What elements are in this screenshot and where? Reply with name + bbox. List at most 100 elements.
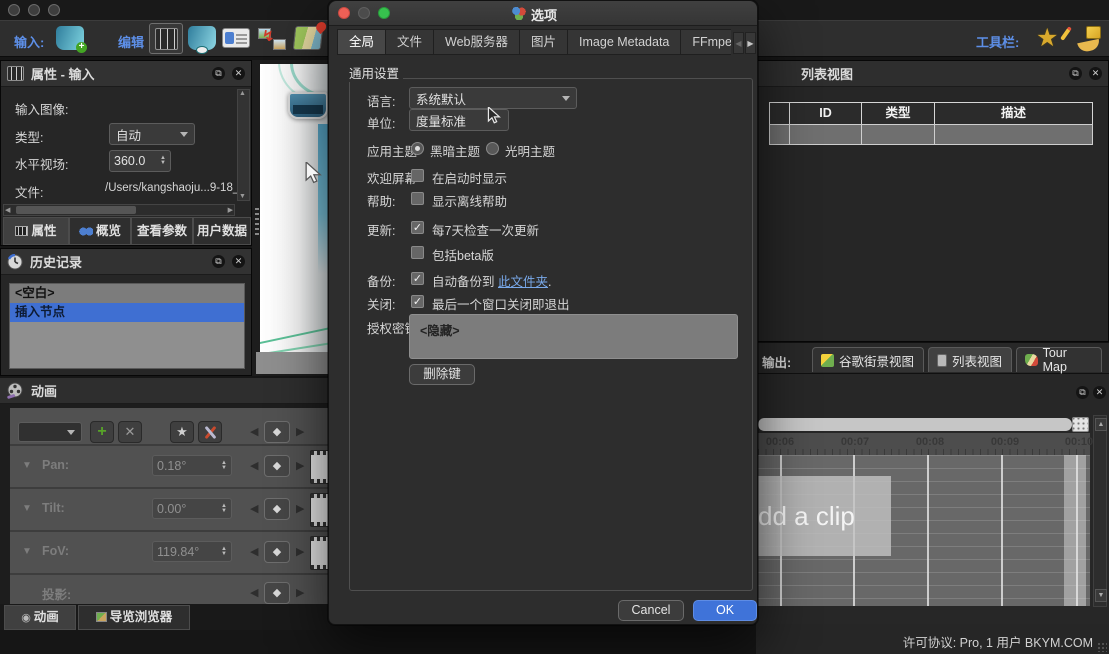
tour-browser-icon[interactable]: ↯ xyxy=(258,26,286,50)
add-panorama-icon[interactable]: + xyxy=(56,26,84,50)
window-close-button[interactable] xyxy=(8,4,20,16)
timeline-grid[interactable]: dd a clip xyxy=(758,455,1090,606)
tools-button[interactable] xyxy=(198,421,222,443)
tab-properties[interactable]: 属性 xyxy=(3,217,69,245)
skin-editor-star-icon[interactable]: ★ xyxy=(1036,24,1066,52)
scroll-thumb[interactable] xyxy=(16,206,136,214)
expand-triangle-icon[interactable]: ▼ xyxy=(22,460,32,471)
tab-tour-browser[interactable]: 导览浏览器 xyxy=(78,605,190,630)
backup-folder-link[interactable]: 此文件夹 xyxy=(498,275,548,289)
column-header-type[interactable]: 类型 xyxy=(861,102,935,125)
expand-triangle-icon[interactable]: ▼ xyxy=(22,503,32,514)
tab-overview[interactable]: 概览 xyxy=(69,217,131,245)
cancel-button[interactable]: Cancel xyxy=(618,600,684,621)
dialog-close-button[interactable] xyxy=(338,7,350,19)
tab-scroll-left-icon[interactable]: ◀ xyxy=(733,32,744,54)
tilt-spinner[interactable]: 0.00°▲▼ xyxy=(152,498,232,519)
prev-keyframe-icon[interactable]: ◀ xyxy=(250,425,258,438)
keyframe-diamond-button[interactable]: ◆ xyxy=(264,421,290,443)
dialog-tab-images[interactable]: 图片 xyxy=(519,29,568,55)
license-key-field[interactable]: <隐藏> xyxy=(409,314,738,359)
animation-preset-dropdown[interactable] xyxy=(18,422,82,442)
welcome-checkbox[interactable] xyxy=(411,169,424,182)
spinner-arrows-icon[interactable]: ▲▼ xyxy=(160,156,166,166)
delete-keyframe-button[interactable]: ✕ xyxy=(118,421,142,443)
float-panel-icon[interactable]: ⧉ xyxy=(1069,67,1082,80)
ok-button[interactable]: OK xyxy=(693,600,757,621)
dark-theme-radio[interactable] xyxy=(411,142,424,155)
help-checkbox[interactable] xyxy=(411,192,424,205)
viewer-area[interactable] xyxy=(252,60,330,376)
keyframe-diamond-button[interactable]: ◆ xyxy=(264,455,290,477)
close-checkbox-checked[interactable]: ✓ xyxy=(411,295,424,308)
pan-spinner[interactable]: 0.18°▲▼ xyxy=(152,455,232,476)
dialog-minimize-button[interactable] xyxy=(358,7,370,19)
expand-triangle-icon[interactable]: ▼ xyxy=(22,546,32,557)
fov-track-filmstrip[interactable] xyxy=(310,536,330,570)
close-panel-icon[interactable]: ✕ xyxy=(1089,67,1102,80)
prev-keyframe-icon[interactable]: ◀ xyxy=(250,502,258,515)
spinner-arrows-icon[interactable]: ▲▼ xyxy=(221,547,227,557)
output-publish-icon[interactable] xyxy=(1078,25,1106,51)
keyframe-diamond-button[interactable]: ◆ xyxy=(264,498,290,520)
prev-keyframe-icon[interactable]: ◀ xyxy=(250,586,258,599)
close-panel-icon[interactable]: ✕ xyxy=(232,255,245,268)
tab-google-street-view[interactable]: 谷歌街景视图 xyxy=(812,347,924,372)
scrollbar-grip[interactable] xyxy=(1072,417,1089,432)
prev-keyframe-icon[interactable]: ◀ xyxy=(250,545,258,558)
spinner-arrows-icon[interactable]: ▲▼ xyxy=(221,461,227,471)
light-theme-radio[interactable] xyxy=(486,142,499,155)
tab-view-parameters[interactable]: 查看参数 xyxy=(131,217,193,245)
type-dropdown[interactable]: 自动 xyxy=(109,123,195,145)
column-header-id[interactable]: ID xyxy=(789,102,862,125)
float-panel-icon[interactable]: ⧉ xyxy=(212,255,225,268)
history-item[interactable]: <空白> xyxy=(10,284,244,303)
pan-track-filmstrip[interactable] xyxy=(310,450,330,484)
table-row[interactable] xyxy=(769,124,790,145)
beta-checkbox[interactable] xyxy=(411,246,424,259)
dialog-zoom-button[interactable] xyxy=(378,7,390,19)
window-minimize-button[interactable] xyxy=(28,4,40,16)
tab-user-data[interactable]: 用户数据 xyxy=(193,217,251,245)
next-keyframe-icon[interactable]: ▶ xyxy=(296,502,304,515)
table-row[interactable] xyxy=(934,124,1093,145)
dialog-tab-ffmpeg[interactable]: FFmpeg xyxy=(680,29,731,55)
scroll-down-icon[interactable]: ▼ xyxy=(239,193,246,200)
add-keyframe-button[interactable]: + xyxy=(90,421,114,443)
next-keyframe-icon[interactable]: ▶ xyxy=(296,545,304,558)
table-row[interactable] xyxy=(861,124,935,145)
spinner-arrows-icon[interactable]: ▲▼ xyxy=(221,504,227,514)
update-checkbox-checked[interactable]: ✓ xyxy=(411,221,424,234)
timeline-horizontal-scrollbar[interactable] xyxy=(758,418,1072,431)
tab-scroll-right-icon[interactable]: ▶ xyxy=(745,32,756,54)
dialog-tab-files[interactable]: 文件 xyxy=(385,29,434,55)
add-clip-placeholder[interactable]: dd a clip xyxy=(758,476,891,556)
float-panel-icon[interactable]: ⧉ xyxy=(212,67,225,80)
tilt-track-filmstrip[interactable] xyxy=(310,493,330,527)
backup-checkbox-checked[interactable]: ✓ xyxy=(411,272,424,285)
window-zoom-button[interactable] xyxy=(48,4,60,16)
keyframe-diamond-button[interactable]: ◆ xyxy=(264,582,290,604)
tab-animation[interactable]: ◉动画 xyxy=(4,605,76,630)
scroll-right-icon[interactable]: ▶ xyxy=(228,206,233,214)
panorama-preview[interactable] xyxy=(260,64,330,356)
splitter-handle[interactable] xyxy=(255,208,259,236)
vertical-scrollbar[interactable]: ▲▼ xyxy=(237,89,250,201)
horizontal-scrollbar[interactable]: ◀▶ xyxy=(3,204,235,216)
map-icon[interactable] xyxy=(293,26,324,50)
hfov-spinner[interactable]: 360.0▲▼ xyxy=(109,150,171,172)
dialog-tab-webserver[interactable]: Web服务器 xyxy=(433,29,520,55)
scroll-up-icon[interactable]: ▲ xyxy=(239,90,246,97)
delete-key-button[interactable]: 删除键 xyxy=(409,364,475,385)
prev-keyframe-icon[interactable]: ◀ xyxy=(250,459,258,472)
star-button[interactable]: ★ xyxy=(170,421,194,443)
scroll-down-icon[interactable]: ▼ xyxy=(1095,589,1107,602)
next-keyframe-icon[interactable]: ▶ xyxy=(296,425,304,438)
resize-grip[interactable] xyxy=(1097,642,1107,652)
fov-spinner[interactable]: 119.84°▲▼ xyxy=(152,541,232,562)
table-row[interactable] xyxy=(789,124,862,145)
user-data-card-icon[interactable] xyxy=(222,28,250,48)
viewer-panel-button-selected[interactable] xyxy=(149,23,183,54)
close-panel-icon[interactable]: ✕ xyxy=(232,67,245,80)
language-dropdown[interactable]: 系统默认 xyxy=(409,87,577,109)
